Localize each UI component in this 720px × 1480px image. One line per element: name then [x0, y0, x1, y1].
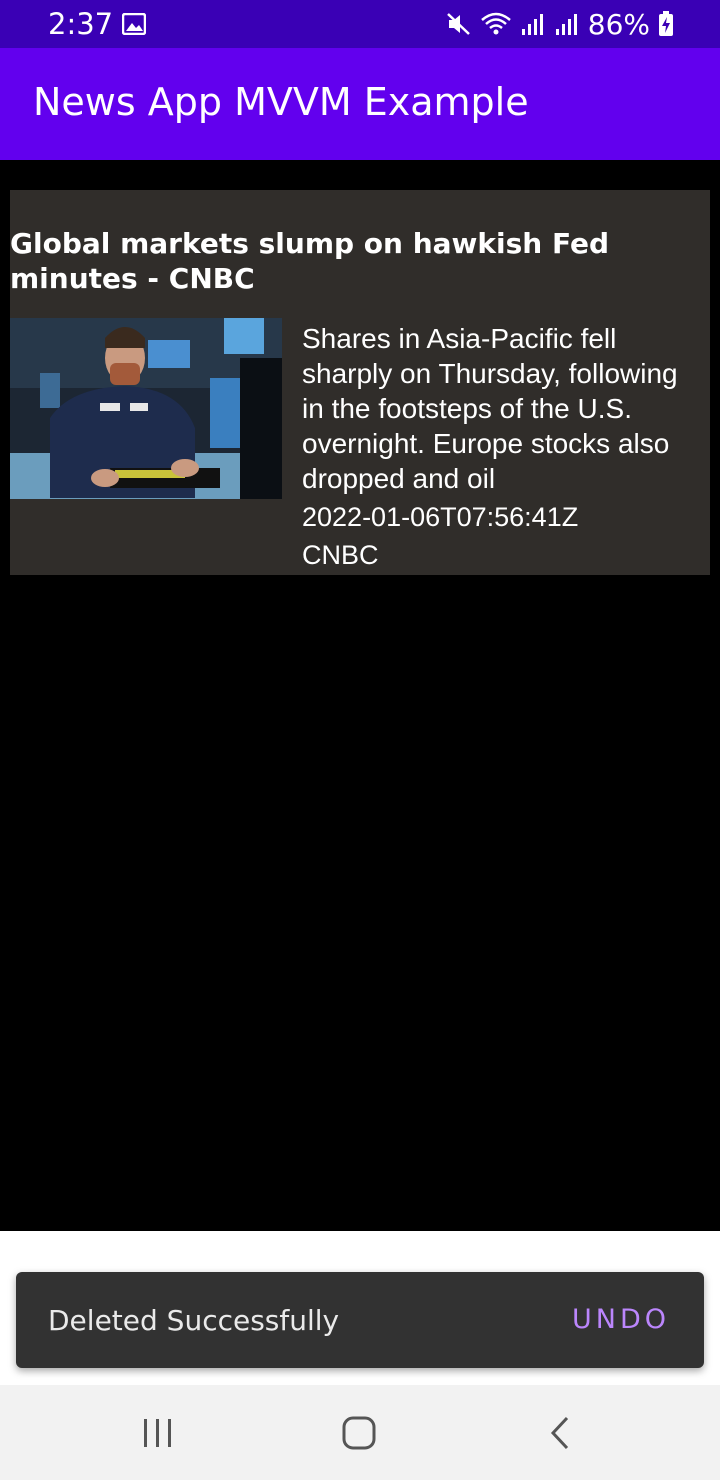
recent-apps-icon: [144, 1418, 171, 1447]
gallery-icon: [122, 13, 146, 35]
battery-percentage: 86%: [587, 7, 650, 41]
signal-icon: [521, 14, 543, 35]
article-title: Global markets slump on hawkish Fed minu…: [10, 227, 610, 295]
mute-icon: [446, 13, 470, 35]
recent-apps-button[interactable]: [98, 1385, 218, 1480]
wifi-icon: [480, 12, 511, 35]
system-navigation-bar: [0, 1385, 720, 1480]
article-description: Shares in Asia-Pacific fell sharply on T…: [302, 323, 678, 494]
app-title: News App MVVM Example: [33, 80, 529, 124]
status-icons: 86%: [446, 6, 674, 42]
snackbar-message: Deleted Successfully: [48, 1304, 340, 1337]
app-bar: News App MVVM Example: [0, 48, 720, 160]
news-article-card[interactable]: Global markets slump on hawkish Fed minu…: [10, 190, 710, 575]
undo-button[interactable]: UNDO: [572, 1304, 670, 1335]
signal-icon: [555, 14, 577, 35]
article-published-date: 2022-01-06T07:56:41Z: [302, 502, 579, 532]
home-button[interactable]: [299, 1385, 419, 1480]
back-icon: [550, 1416, 569, 1449]
status-bar: 2:37 86%: [0, 0, 720, 48]
home-icon: [342, 1416, 376, 1449]
battery-charging-icon: [659, 11, 673, 36]
status-time: 2:37: [48, 7, 114, 41]
back-button[interactable]: [500, 1385, 620, 1480]
article-source: CNBC: [302, 540, 379, 570]
article-image: [10, 318, 282, 499]
snackbar: Deleted Successfully UNDO: [16, 1272, 704, 1368]
